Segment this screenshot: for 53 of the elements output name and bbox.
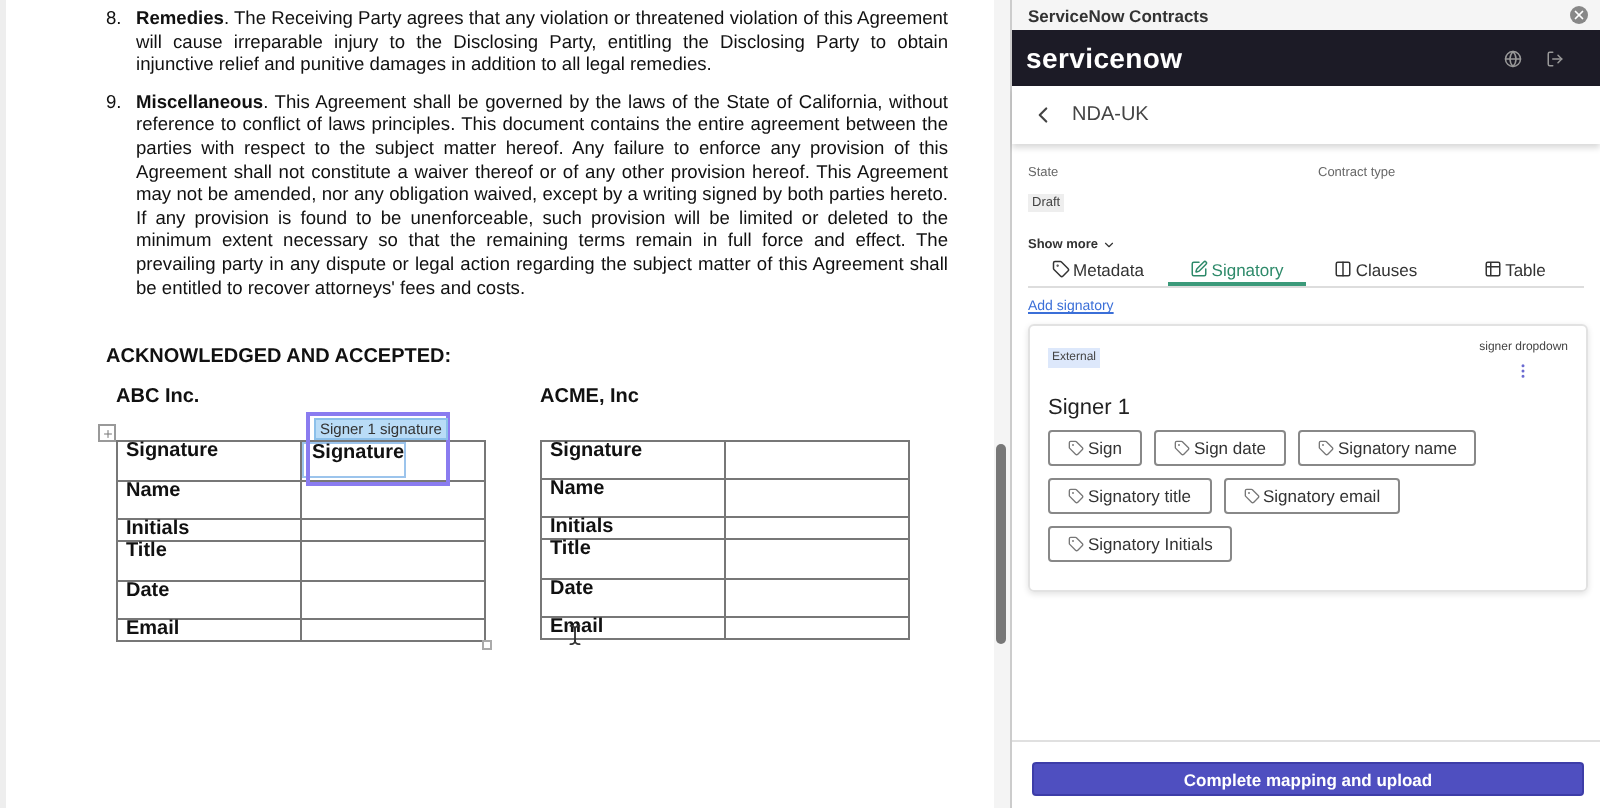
panel-title: ServiceNow Contracts (1028, 5, 1209, 25)
resize-handle[interactable] (482, 640, 492, 651)
table-cell: Date (541, 579, 725, 618)
field-chip[interactable]: Sign (1048, 430, 1143, 466)
list-number: 9. (106, 91, 124, 116)
table-cell: Name (117, 481, 301, 520)
plus-icon[interactable] (98, 424, 116, 443)
table-cell: Initials (541, 517, 725, 540)
clause-paragraph: Remedies. The Receiving Party agrees that any violation or threatened violation of this Agreement will cause irreparable injury to the Disclosing Party, entitling the Disclosing Party to obtain injunctive relief and punitive damages in addition to all legal remedies. (136, 8, 948, 78)
complete-upload-button[interactable]: Complete mapping and upload (1032, 762, 1584, 796)
globe-icon[interactable] (1504, 49, 1522, 67)
clause-paragraph: Miscellaneous. This Agreement shall be governed by the laws of the State of California, without reference to conflict of laws principles. This document contains the entire agreement between the parties with respect to the subject matter hereof. Any failure to enforce any provision of this Agreement shall not constitute a waiver thereof or of any other provision hereof. This Agreement may not be amended, nor any obligation waived, except by a writing signed by both parties hereto. If any provision is found to be unenforceable, such provision will be limited or deleted to the minimum extent necessary so that the remaining terms remain in full force and effect. The prevailing party in any dispute or legal action regarding the subject matter of this Agreement shall be entitled to recover attorneys' fees and costs. (136, 91, 948, 301)
table-cell: Initials (117, 519, 301, 542)
tag-icon (1051, 260, 1070, 278)
table-cell: Title (541, 539, 725, 580)
pencil-square-icon (1189, 260, 1208, 278)
field-chip[interactable]: Signatory Initials (1048, 526, 1233, 562)
brand-logo: servicenow (1026, 42, 1183, 74)
tag-icon (1243, 488, 1259, 504)
tab[interactable]: Table (1445, 256, 1584, 286)
selection-frame[interactable] (306, 412, 450, 487)
columns-icon (1333, 260, 1352, 278)
record-title: NDA-UK (1072, 104, 1149, 126)
field-chip[interactable]: Signatory title (1048, 478, 1211, 514)
party-name: ACME, Inc (540, 386, 641, 409)
scrollbar-thumb[interactable] (996, 444, 1006, 644)
party-name: ABC Inc. (116, 386, 202, 409)
tab[interactable]: Metadata (1028, 256, 1167, 286)
table-cell: Signature (541, 441, 725, 480)
tab[interactable]: Signatory (1167, 256, 1306, 286)
table-icon (1483, 260, 1502, 278)
tag-icon (1317, 440, 1334, 456)
tag-icon (1068, 488, 1084, 504)
tag-icon (1174, 440, 1191, 456)
tab[interactable]: Clauses (1306, 256, 1445, 286)
tag-icon (1068, 536, 1084, 552)
table-cell: Signature (117, 441, 301, 482)
table-cell: Name (541, 479, 725, 518)
signature-field[interactable]: Signature (302, 442, 406, 479)
field-chip[interactable]: Sign date (1154, 430, 1286, 466)
exit-icon[interactable] (1546, 49, 1564, 67)
field-chip[interactable]: Signatory email (1223, 478, 1401, 514)
chevron-down-icon (1102, 238, 1117, 252)
signer-name: Signer 1 (1048, 396, 1132, 420)
table-cell: Title (117, 541, 301, 582)
table-cell: Date (117, 581, 301, 620)
table-cell: Email (117, 619, 301, 642)
field-chip[interactable]: Signatory name (1297, 430, 1477, 466)
tag-icon (1068, 440, 1084, 456)
section-heading: ACKNOWLEDGED AND ACCEPTED: (106, 346, 454, 369)
list-number: 8. (106, 8, 124, 32)
table-cell: Email (541, 617, 725, 640)
close-icon[interactable] (1570, 6, 1588, 24)
